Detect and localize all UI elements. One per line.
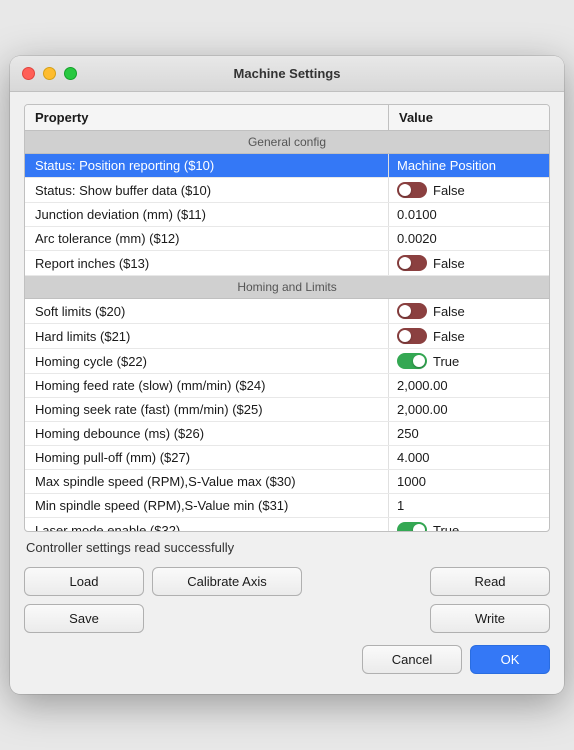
prop-max-spindle: Max spindle speed (RPM),S-Value max ($30… [25,470,389,493]
val-hard-limits: False [389,324,549,348]
val-homing-cycle: True [389,349,549,373]
toggle-homing-cycle[interactable] [397,353,427,369]
load-button[interactable]: Load [24,567,144,596]
toggle-inches[interactable] [397,255,427,271]
prop-junction: Junction deviation (mm) ($11) [25,203,389,226]
spacer-1 [310,567,422,596]
val-min-spindle: 1 [389,494,549,517]
button-row-1: Load Calibrate Axis Read [24,567,550,596]
toggle-hard-limits[interactable] [397,328,427,344]
row-hard-limits[interactable]: Hard limits ($21) False [25,324,549,349]
header-value: Value [389,105,549,130]
row-homing-debounce[interactable]: Homing debounce (ms) ($26) 250 [25,422,549,446]
prop-min-spindle: Min spindle speed (RPM),S-Value min ($31… [25,494,389,517]
table-body[interactable]: General config Status: Position reportin… [25,131,549,531]
status-text: Controller settings read successfully [24,532,550,563]
row-homing-pulloff[interactable]: Homing pull-off (mm) ($27) 4.000 [25,446,549,470]
close-button[interactable] [22,67,35,80]
val-buffer: False [389,178,549,202]
row-max-spindle[interactable]: Max spindle speed (RPM),S-Value max ($30… [25,470,549,494]
val-homing-seek: 2,000.00 [389,398,549,421]
button-row-3: Cancel OK [24,641,550,674]
prop-buffer: Status: Show buffer data ($10) [25,178,389,202]
prop-hard-limits: Hard limits ($21) [25,324,389,348]
bottom-buttons: Load Calibrate Axis Read Save Write Canc… [24,563,550,682]
prop-laser: Laser mode enable ($32) [25,518,389,531]
prop-soft-limits: Soft limits ($20) [25,299,389,323]
write-button[interactable]: Write [430,604,550,633]
cancel-button[interactable]: Cancel [362,645,462,674]
val-max-spindle: 1000 [389,470,549,493]
val-laser: True [389,518,549,531]
prop-inches: Report inches ($13) [25,251,389,275]
toggle-buffer[interactable] [397,182,427,198]
text-hard-limits: False [433,329,465,344]
prop-arc: Arc tolerance (mm) ($12) [25,227,389,250]
row-laser[interactable]: Laser mode enable ($32) True [25,518,549,531]
maximize-button[interactable] [64,67,77,80]
content-area: Property Value General config Status: Po… [10,92,564,694]
row-junction[interactable]: Junction deviation (mm) ($11) 0.0100 [25,203,549,227]
prop-homing-pulloff: Homing pull-off (mm) ($27) [25,446,389,469]
text-soft-limits: False [433,304,465,319]
val-homing-pulloff: 4.000 [389,446,549,469]
calibrate-button[interactable]: Calibrate Axis [152,567,302,596]
button-row-2: Save Write [24,604,550,633]
text-homing-cycle: True [433,354,459,369]
header-property: Property [25,105,389,130]
val-inches: False [389,251,549,275]
val-homing-feed: 2,000.00 [389,374,549,397]
section-general-config: General config [25,131,549,154]
ok-button[interactable]: OK [470,645,550,674]
prop-homing-seek: Homing seek rate (fast) (mm/min) ($25) [25,398,389,421]
minimize-button[interactable] [43,67,56,80]
save-button[interactable]: Save [24,604,144,633]
row-buffer[interactable]: Status: Show buffer data ($10) False [25,178,549,203]
row-soft-limits[interactable]: Soft limits ($20) False [25,299,549,324]
text-buffer: False [433,183,465,198]
prop-homing-feed: Homing feed rate (slow) (mm/min) ($24) [25,374,389,397]
prop-homing-debounce: Homing debounce (ms) ($26) [25,422,389,445]
settings-table: Property Value General config Status: Po… [24,104,550,532]
val-arc: 0.0020 [389,227,549,250]
prop-status-position: Status: Position reporting ($10) [25,154,389,177]
read-button[interactable]: Read [430,567,550,596]
row-arc[interactable]: Arc tolerance (mm) ($12) 0.0020 [25,227,549,251]
table-header: Property Value [25,105,549,131]
spacer-2 [152,604,422,633]
val-homing-debounce: 250 [389,422,549,445]
prop-homing-cycle: Homing cycle ($22) [25,349,389,373]
val-status-position: Machine Position [389,154,549,177]
row-min-spindle[interactable]: Min spindle speed (RPM),S-Value min ($31… [25,494,549,518]
toggle-laser[interactable] [397,522,427,531]
row-homing-cycle[interactable]: Homing cycle ($22) True [25,349,549,374]
row-homing-seek[interactable]: Homing seek rate (fast) (mm/min) ($25) 2… [25,398,549,422]
text-laser: True [433,523,459,532]
window-controls [22,67,77,80]
window-title: Machine Settings [234,66,341,81]
val-junction: 0.0100 [389,203,549,226]
row-inches[interactable]: Report inches ($13) False [25,251,549,276]
text-inches: False [433,256,465,271]
section-homing-limits: Homing and Limits [25,276,549,299]
row-homing-feed[interactable]: Homing feed rate (slow) (mm/min) ($24) 2… [25,374,549,398]
toggle-soft-limits[interactable] [397,303,427,319]
row-status-position[interactable]: Status: Position reporting ($10) Machine… [25,154,549,178]
machine-settings-window: Machine Settings Property Value General … [10,56,564,694]
titlebar: Machine Settings [10,56,564,92]
val-soft-limits: False [389,299,549,323]
